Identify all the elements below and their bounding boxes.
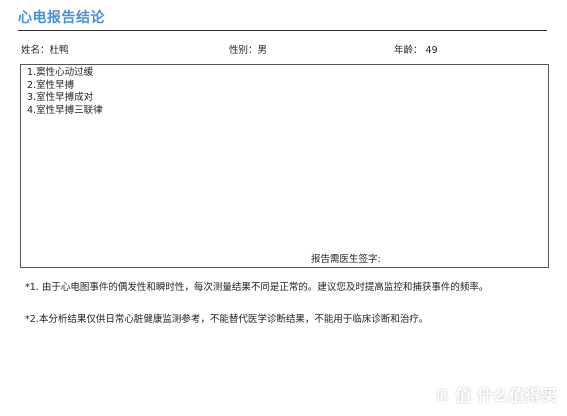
patient-name: 姓名：杜鸭 — [21, 45, 69, 56]
conclusion-item: 2.室性早搏 — [27, 79, 75, 91]
watermark-logo-icon: 值 — [432, 384, 453, 404]
conclusion-item: 4.室性早搏三联律 — [27, 104, 103, 116]
patient-info-row: 姓名：杜鸭 性别：男 年龄： 49 — [0, 42, 567, 56]
watermark: 值 值 什么值得买 — [432, 382, 557, 406]
conclusion-item: 1.窦性心动过缓 — [27, 67, 94, 78]
conclusion-box: 1.窦性心动过缓 2.室性早搏 3.室性早搏成对 4.室性早搏三联律 报告需医生… — [20, 64, 549, 268]
doctor-signature-label: 报告需医生签字: — [311, 254, 381, 265]
disclaimer-note-2: *2.本分析结果仅供日常心脏健康监测参考，不能替代医学诊断结果，不能用于临床诊断… — [25, 314, 429, 325]
conclusion-list: 1.窦性心动过缓 2.室性早搏 3.室性早搏成对 4.室性早搏三联律 — [27, 67, 103, 117]
patient-age: 年龄： 49 — [394, 45, 438, 56]
disclaimer-note-1: *1. 由于心电图事件的偶发性和瞬时性，每次测量结果不同是正常的。建议您及时提高… — [25, 282, 489, 293]
title-divider — [18, 30, 547, 31]
watermark-text: 值 什么值得买 — [455, 386, 557, 405]
report-title: 心电报告结论 — [18, 10, 105, 26]
svg-text:值: 值 — [437, 388, 448, 402]
ecg-report-page: 心电报告结论 姓名：杜鸭 性别：男 年龄： 49 1.窦性心动过缓 2.室性早搏… — [0, 0, 567, 416]
patient-gender: 性别：男 — [229, 45, 268, 56]
conclusion-item: 3.室性早搏成对 — [27, 92, 94, 104]
